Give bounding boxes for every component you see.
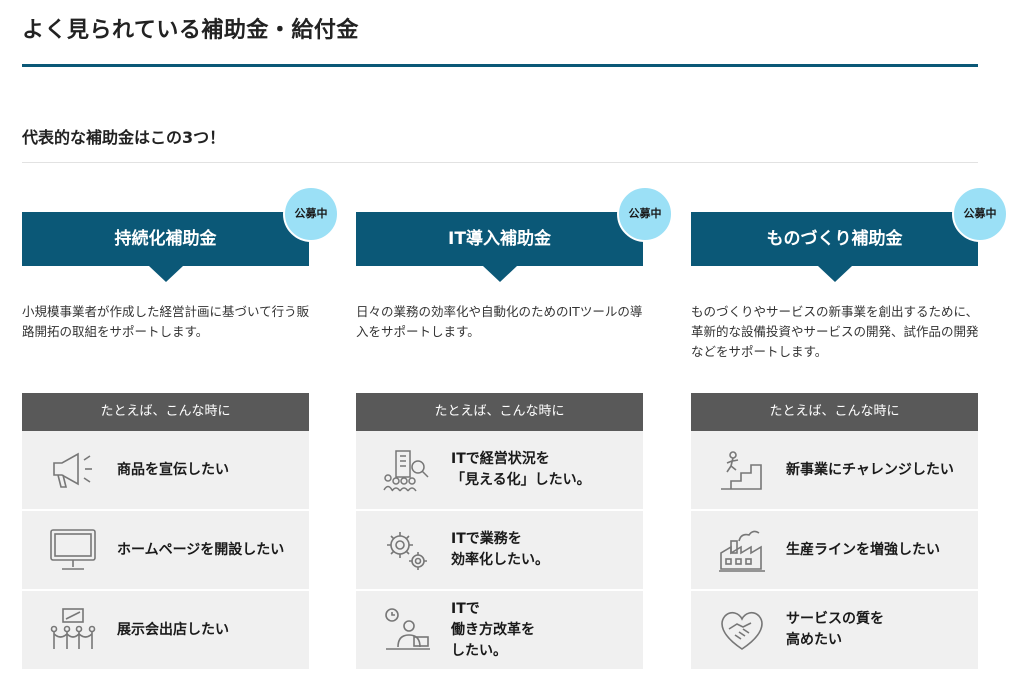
example-text: ITで経営状況を 「見える化」したい。 <box>451 451 591 488</box>
subsidy-card-monozukuri[interactable]: ものづくり補助金 公募中 ものづくりやサービスの新事業を創出するために、革新的な… <box>691 186 1008 669</box>
subsidy-title: 持続化補助金 <box>114 229 217 249</box>
status-badge: 公募中 <box>952 186 1008 242</box>
example-text: 商品を宣伝したい <box>117 461 229 478</box>
example-item[interactable]: ITで業務を 効率化したい。 <box>356 511 643 589</box>
example-text: 生産ラインを増強したい <box>786 541 940 558</box>
section-subtitle: 代表的な補助金はこの3つ！ <box>22 128 226 147</box>
business-analysis-icon <box>382 447 432 493</box>
example-item[interactable]: 展示会出店したい <box>22 591 309 669</box>
example-text: サービスの質を 高めたい <box>786 611 884 648</box>
stairs-climb-icon <box>717 447 767 493</box>
example-item[interactable]: 生産ラインを増強したい <box>691 511 978 589</box>
subsidy-title-banner[interactable]: IT導入補助金 公募中 <box>356 186 673 282</box>
example-item[interactable]: 商品を宣伝したい <box>22 431 309 509</box>
example-item[interactable]: ITで 働き方改革を したい。 <box>356 591 643 669</box>
gears-icon <box>382 527 432 573</box>
example-text: ITで業務を 効率化したい。 <box>451 531 549 568</box>
subsidy-card-jizokuka[interactable]: 持続化補助金 公募中 小規模事業者が作成した経営計画に基づいて行う販路開拓の取組… <box>22 186 339 669</box>
example-item[interactable]: 新事業にチャレンジしたい <box>691 431 978 509</box>
subsidy-title-banner[interactable]: 持続化補助金 公募中 <box>22 186 339 282</box>
subsidy-description: ものづくりやサービスの新事業を創出するために、革新的な設備投資やサービスの開発、… <box>691 304 979 359</box>
title-divider <box>22 64 978 67</box>
example-item[interactable]: ITで経営状況を 「見える化」したい。 <box>356 431 643 509</box>
example-text: 展示会出店したい <box>117 621 229 638</box>
subsidy-card-it[interactable]: IT導入補助金 公募中 日々の業務の効率化や自動化のためのITツールの導入をサポ… <box>356 186 673 669</box>
subsidy-title: IT導入補助金 <box>448 229 551 249</box>
remote-work-icon <box>382 607 432 653</box>
handshake-heart-icon <box>717 607 767 653</box>
exhibition-icon <box>48 607 98 653</box>
example-text: 新事業にチャレンジしたい <box>786 461 954 478</box>
page-title: よく見られている補助金・給付金 <box>22 18 359 43</box>
example-item[interactable]: サービスの質を 高めたい <box>691 591 978 669</box>
example-header: たとえば、こんな時に <box>356 393 643 431</box>
subsidy-title: ものづくり補助金 <box>766 229 903 249</box>
example-text: ホームページを開設したい <box>117 541 285 558</box>
example-header: たとえば、こんな時に <box>22 393 309 431</box>
monitor-icon <box>48 527 98 573</box>
subsidy-description: 小規模事業者が作成した経営計画に基づいて行う販路開拓の取組をサポートします。 <box>22 304 310 339</box>
factory-icon <box>717 527 767 573</box>
example-item[interactable]: ホームページを開設したい <box>22 511 309 589</box>
subsidy-title-banner[interactable]: ものづくり補助金 公募中 <box>691 186 1008 282</box>
example-header: たとえば、こんな時に <box>691 393 978 431</box>
subtitle-divider <box>22 162 978 163</box>
example-text: ITで 働き方改革を したい。 <box>451 600 535 659</box>
status-badge: 公募中 <box>617 186 673 242</box>
status-badge: 公募中 <box>283 186 339 242</box>
megaphone-icon <box>48 447 98 493</box>
subsidy-description: 日々の業務の効率化や自動化のためのITツールの導入をサポートします。 <box>356 304 643 339</box>
